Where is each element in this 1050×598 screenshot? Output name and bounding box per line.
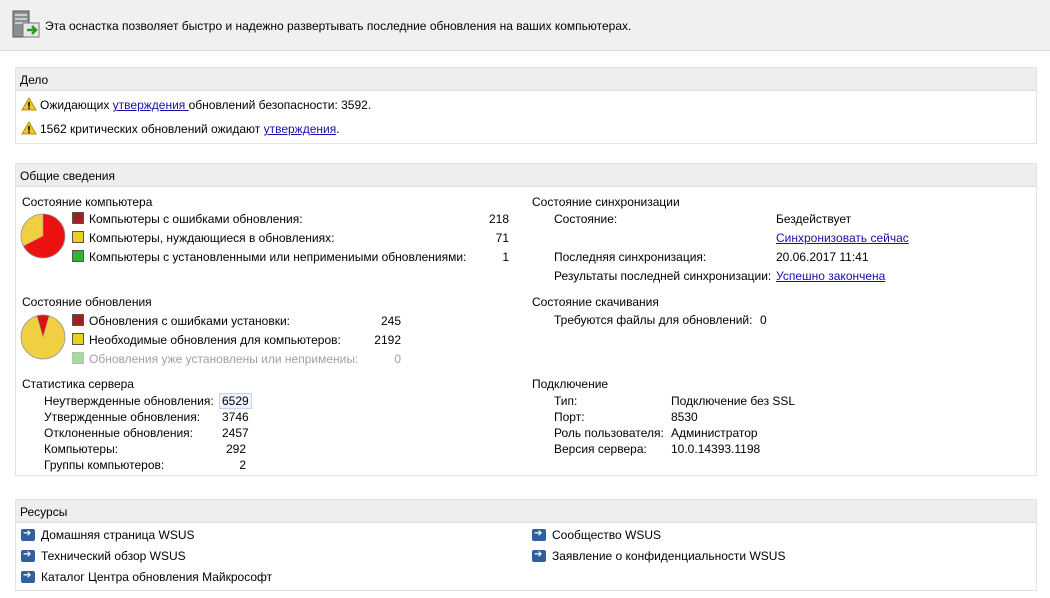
update-status-value: 2192: [374, 333, 401, 347]
arrow-link-icon: [21, 570, 35, 583]
connection-value: 10.0.14393.1198: [671, 442, 761, 456]
server-stat-value: 292: [225, 442, 246, 456]
update-status-label: Обновления уже установлены или непримени…: [89, 352, 359, 366]
header-bar: Эта оснастка позволяет быстро и надежно …: [0, 0, 1050, 51]
update-status-pie-chart: [20, 314, 66, 360]
connection-value: Подключение без SSL: [671, 394, 796, 408]
download-files-value: 0: [760, 313, 767, 327]
computer-status-value: 218: [488, 212, 509, 226]
resources-panel: Ресурсы Домашняя страница WSUS Техническ…: [15, 499, 1037, 591]
overview-panel: Общие сведения Состояние компьютера Комп…: [15, 163, 1037, 476]
task-item: Ожидающих утверждения обновлений безопас…: [40, 98, 371, 112]
connection-title: Подключение: [532, 377, 609, 391]
legend-yellow-swatch: [72, 333, 84, 345]
server-stat-value: 3746: [222, 410, 249, 424]
resource-link-wsus-home[interactable]: Домашняя страница WSUS: [41, 528, 195, 542]
sync-state-value: Бездействует: [776, 212, 852, 226]
server-stat-label: Утвержденные обновления:: [44, 410, 201, 424]
resources-title: Ресурсы: [16, 500, 1036, 523]
sync-now-link[interactable]: Синхронизовать сейчас: [776, 231, 909, 245]
update-status-value: 245: [380, 314, 401, 328]
wsus-server-icon: [12, 10, 40, 38]
last-result-label: Результаты последней синхронизации:: [554, 269, 772, 283]
server-stat-value: 2: [239, 458, 246, 472]
server-stat-label: Отклоненные обновления:: [44, 426, 193, 440]
task-text: 1562 критических обновлений ожидают: [40, 122, 264, 136]
last-result-link[interactable]: Успешно закончена: [776, 269, 885, 283]
sync-status-title: Состояние синхронизации: [532, 195, 680, 209]
snapin-description: Эта оснастка позволяет быстро и надежно …: [45, 19, 632, 33]
task-text: .: [336, 122, 340, 136]
legend-green-swatch: [72, 250, 84, 262]
update-status-title: Состояние обновления: [22, 295, 152, 309]
update-status-label: Необходимые обновления для компьютеров:: [89, 333, 341, 347]
task-item: 1562 критических обновлений ожидают утве…: [40, 122, 340, 136]
server-stat-label: Компьютеры:: [44, 442, 119, 456]
overview-title: Общие сведения: [16, 164, 1036, 187]
server-stat-label: Группы компьютеров:: [44, 458, 165, 472]
sync-state-label: Состояние:: [554, 212, 618, 226]
arrow-link-icon: [532, 549, 546, 562]
task-text: Ожидающих: [40, 98, 113, 112]
legend-lightgreen-swatch: [72, 352, 84, 364]
arrow-link-icon: [21, 528, 35, 541]
connection-label: Тип:: [554, 394, 578, 408]
computer-status-pie-chart: [20, 213, 66, 259]
tasks-title: Дело: [16, 68, 1036, 91]
approval-link[interactable]: утверждения: [113, 98, 189, 112]
computer-status-value: 71: [495, 231, 509, 245]
warning-icon: [21, 97, 37, 111]
download-status-title: Состояние скачивания: [532, 295, 659, 309]
resource-link-wsus-overview[interactable]: Технический обзор WSUS: [41, 549, 186, 563]
computer-status-label: Компьютеры, нуждающиеся в обновлениях:: [89, 231, 335, 245]
legend-red-swatch: [72, 314, 84, 326]
connection-label: Версия сервера:: [554, 442, 647, 456]
connection-label: Роль пользователя:: [554, 426, 664, 440]
tasks-panel: Дело Ожидающих утверждения обновлений бе…: [15, 67, 1037, 144]
warning-icon: [21, 121, 37, 135]
computer-status-value: 1: [502, 250, 509, 264]
update-status-value: 0: [394, 352, 401, 366]
connection-label: Порт:: [554, 410, 585, 424]
task-text: обновлений безопасности: 3592.: [188, 98, 372, 112]
connection-value: Администратор: [671, 426, 758, 440]
resource-link-update-catalog[interactable]: Каталог Центра обновления Майкрософт: [41, 570, 272, 584]
approval-link[interactable]: утверждения: [264, 122, 337, 136]
computer-status-label: Компьютеры с установленными или непримен…: [89, 250, 467, 264]
arrow-link-icon: [21, 549, 35, 562]
legend-red-swatch: [72, 212, 84, 224]
download-files-label: Требуются файлы для обновлений:: [554, 313, 753, 327]
last-sync-value: 20.06.2017 11:41: [776, 250, 869, 264]
arrow-link-icon: [532, 528, 546, 541]
server-stat-label: Неутвержденные обновления:: [44, 394, 214, 408]
resource-link-wsus-community[interactable]: Сообщество WSUS: [552, 528, 661, 542]
update-status-label: Обновления с ошибками установки:: [89, 314, 290, 328]
server-stats-title: Статистика сервера: [22, 377, 134, 391]
resource-link-privacy-statement[interactable]: Заявление о конфиденциальности WSUS: [552, 549, 785, 563]
server-stat-value: 6529: [219, 393, 252, 409]
server-stat-value: 2457: [222, 426, 249, 440]
legend-yellow-swatch: [72, 231, 84, 243]
last-sync-label: Последняя синхронизация:: [554, 250, 707, 264]
computer-status-label: Компьютеры с ошибками обновления:: [89, 212, 303, 226]
connection-value: 8530: [671, 410, 698, 424]
computer-status-title: Состояние компьютера: [22, 195, 153, 209]
